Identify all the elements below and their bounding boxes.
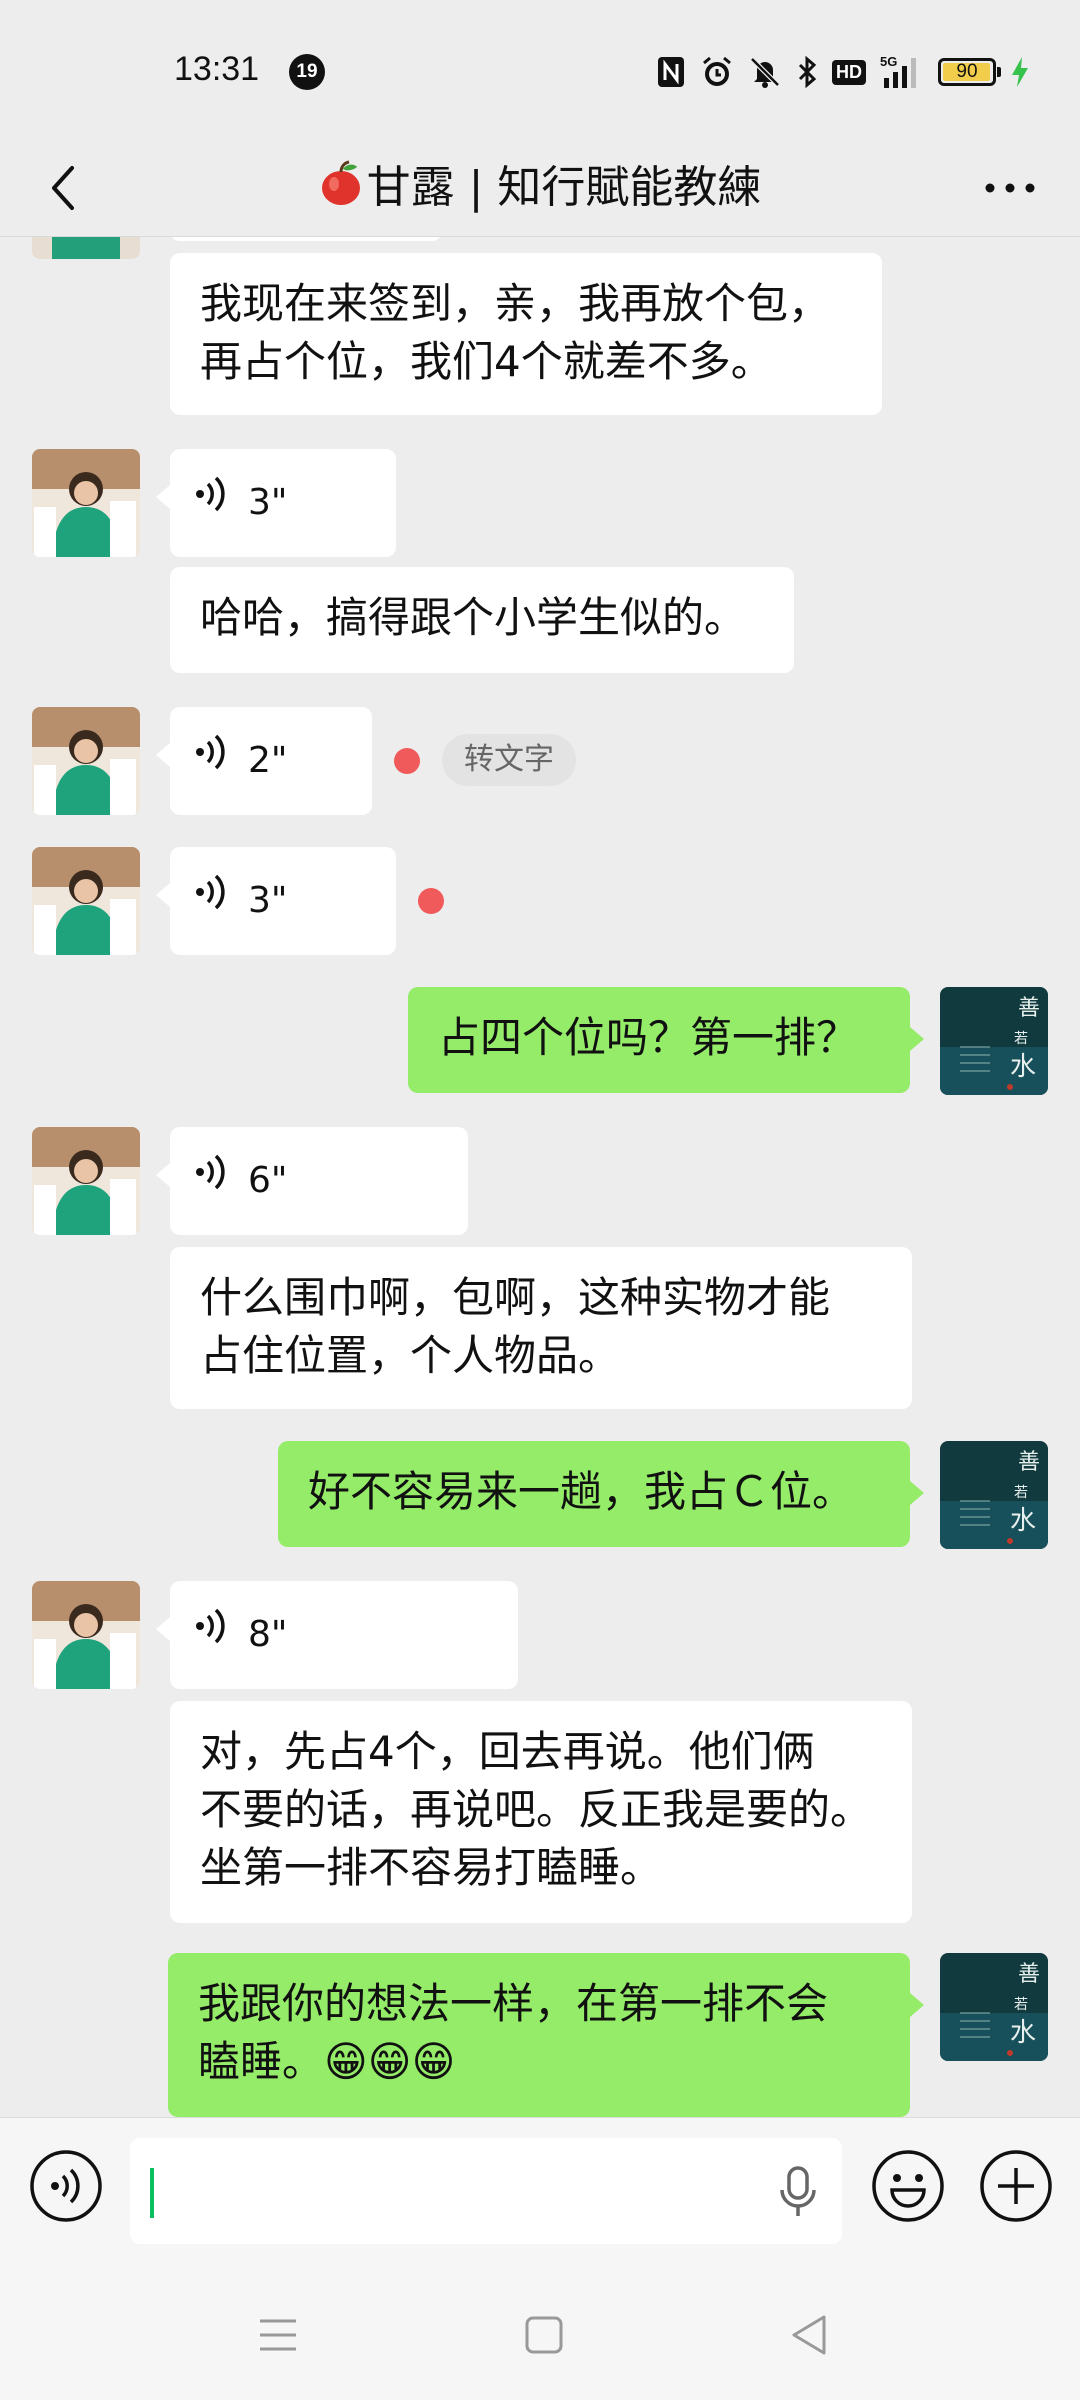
chat-title-text: 甘露 | 知行賦能教練 — [366, 162, 762, 213]
plus-icon[interactable] — [978, 2148, 1054, 2224]
sender-avatar[interactable] — [32, 237, 140, 259]
my-avatar[interactable]: 善若水 — [940, 1441, 1048, 1549]
unread-dot — [394, 748, 420, 774]
voice-wave-icon — [194, 872, 230, 930]
convert-to-text-button[interactable]: 转文字 — [442, 734, 576, 786]
voice-message[interactable]: 2" — [156, 707, 372, 815]
voice-message[interactable]: 8" — [156, 1581, 518, 1689]
message-bubble[interactable]: 我现在来签到，亲，我再放个包， 再占个位，我们4个就差不多。 — [170, 253, 882, 415]
svg-text:善: 善 — [1018, 996, 1040, 1021]
charging-icon — [1010, 55, 1030, 89]
emoji-icon[interactable] — [870, 2148, 946, 2224]
status-bar: 13:31 19 HD 5G 90 — [0, 0, 1080, 140]
svg-text:若: 若 — [1014, 1031, 1028, 1047]
input-bar — [0, 2117, 1080, 2270]
svg-text:水: 水 — [1010, 1506, 1036, 1536]
message-text-line: 不要的话，再说吧。反正我是要的。 — [200, 1785, 873, 1834]
voice-duration: 3" — [248, 880, 288, 921]
apple-icon — [319, 144, 363, 240]
voice-wave-icon — [194, 1606, 230, 1664]
message-bubble[interactable]: 对，先占4个，回去再说。他们俩 不要的话，再说吧。反正我是要的。 坐第一排不容易… — [170, 1701, 912, 1923]
my-avatar[interactable]: 善若水 — [940, 1953, 1048, 2061]
status-time: 13:31 — [174, 50, 260, 88]
bluetooth-icon — [796, 55, 818, 89]
voice-duration: 6" — [248, 1160, 288, 1201]
nfc-icon — [656, 55, 686, 89]
system-navigation-bar — [0, 2269, 1080, 2400]
voice-mode-icon[interactable] — [28, 2148, 104, 2224]
notification-count-badge: 19 — [289, 54, 325, 90]
message-bubble-outgoing[interactable]: 占四个位吗？第一排？ — [408, 987, 924, 1093]
voice-message[interactable]: 3" — [156, 449, 396, 557]
sender-avatar[interactable] — [32, 847, 140, 955]
battery-indicator: 90 — [938, 58, 1001, 86]
my-avatar[interactable]: 善若水 — [940, 987, 1048, 1095]
svg-text:水: 水 — [1010, 1052, 1036, 1082]
message-input[interactable] — [130, 2138, 842, 2244]
message-text: 哈哈，搞得跟个小学生似的。 — [200, 593, 747, 642]
message-bubble-outgoing[interactable]: 我跟你的想法一样，在第一排不会 瞌睡。😁😁😁 — [168, 1953, 924, 2117]
voice-wave-icon — [194, 732, 230, 790]
message-bubble[interactable]: 哈哈，搞得跟个小学生似的。 — [170, 567, 794, 673]
sender-avatar[interactable] — [32, 707, 140, 815]
voice-duration: 3" — [248, 482, 288, 523]
message-text-line: 对，先占4个，回去再说。他们俩 — [200, 1727, 815, 1776]
message-list[interactable]: 我现在来签到，亲，我再放个包， 再占个位，我们4个就差不多。 3" 哈哈，搞得跟… — [0, 237, 1080, 2117]
voice-duration: 2" — [248, 740, 288, 781]
text-cursor — [150, 2168, 154, 2218]
voice-message[interactable]: 3" — [156, 847, 396, 955]
chat-title: 甘露 | 知行賦能教練 — [120, 140, 960, 236]
svg-text:水: 水 — [1010, 2018, 1036, 2048]
svg-text:善: 善 — [1018, 1450, 1040, 1475]
message-text: 占四个位吗？第一排？ — [438, 1013, 859, 1062]
mute-bell-icon — [748, 55, 782, 89]
message-text-line: 再占个位，我们4个就差不多。 — [200, 337, 773, 386]
sender-avatar[interactable] — [32, 1581, 140, 1689]
menu-icon[interactable] — [254, 2311, 302, 2359]
back-arrow-icon[interactable] — [40, 162, 92, 214]
more-options-icon[interactable] — [980, 162, 1040, 214]
microphone-icon[interactable] — [778, 2164, 818, 2220]
message-text-line: 我现在来签到，亲，我再放个包， — [200, 279, 831, 328]
sender-avatar[interactable] — [32, 449, 140, 557]
message-text-line: 什么围巾啊，包啊，这种实物才能 — [200, 1273, 831, 1322]
message-text-line: 占住位置，个人物品。 — [200, 1331, 621, 1380]
voice-message[interactable]: 6" — [156, 1127, 468, 1235]
home-icon[interactable] — [520, 2311, 568, 2359]
svg-text:若: 若 — [1014, 1485, 1028, 1501]
chat-header: 甘露 | 知行賦能教練 — [0, 140, 1080, 237]
alarm-icon — [700, 55, 734, 89]
message-bubble-outgoing[interactable]: 好不容易来一趟，我占Ｃ位。 — [278, 1441, 924, 1547]
unread-dot — [418, 888, 444, 914]
message-bubble[interactable] — [170, 237, 442, 241]
voice-wave-icon — [194, 1152, 230, 1210]
message-text: 好不容易来一趟，我占Ｃ位。 — [308, 1467, 855, 1516]
svg-text:若: 若 — [1014, 1997, 1028, 2013]
message-text-line: 坐第一排不容易打瞌睡。 — [200, 1843, 663, 1892]
signal-5g-icon: 5G — [880, 54, 924, 90]
message-text-line: 我跟你的想法一样，在第一排不会 — [198, 1979, 829, 2028]
voice-duration: 8" — [248, 1614, 288, 1655]
sender-avatar[interactable] — [32, 1127, 140, 1235]
back-triangle-icon[interactable] — [786, 2311, 834, 2359]
svg-text:5G: 5G — [880, 54, 897, 69]
message-bubble[interactable]: 什么围巾啊，包啊，这种实物才能 占住位置，个人物品。 — [170, 1247, 912, 1409]
hd-icon: HD — [832, 59, 866, 85]
status-icons: HD 5G 90 — [656, 50, 1030, 94]
voice-wave-icon — [194, 474, 230, 532]
svg-text:善: 善 — [1018, 1962, 1040, 1987]
message-text-line: 瞌睡。😁😁😁 — [198, 2037, 456, 2086]
